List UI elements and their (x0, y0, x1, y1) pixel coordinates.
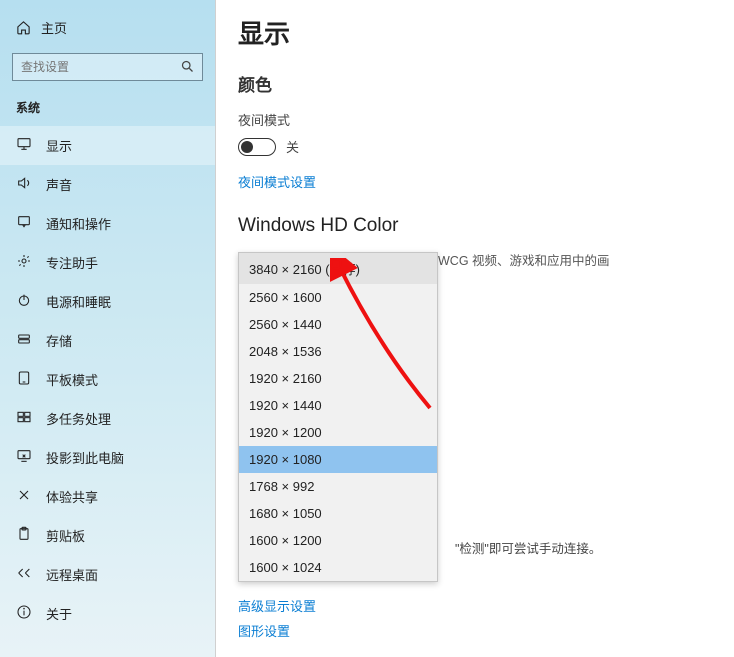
hdcolor-heading: Windows HD Color (238, 215, 718, 237)
resolution-option[interactable]: 1600 × 1024 (239, 554, 437, 581)
sidebar-nav: 显示声音通知和操作专注助手电源和睡眠存储平板模式多任务处理投影到此电脑体验共享剪… (0, 126, 215, 633)
sidebar-item-remote[interactable]: 远程桌面 (0, 555, 215, 594)
sidebar-item-clipboard[interactable]: 剪贴板 (0, 516, 215, 555)
color-heading: 颜色 (238, 71, 718, 96)
monitor-icon (16, 136, 32, 155)
search-icon (180, 59, 195, 74)
resolution-option[interactable]: 2560 × 1440 (239, 311, 437, 338)
sidebar-item-label: 专注助手 (46, 253, 98, 272)
night-mode-label: 夜间模式 (238, 110, 718, 129)
sidebar-item-tablet[interactable]: 平板模式 (0, 360, 215, 399)
sidebar-item-label: 存储 (46, 331, 72, 350)
sidebar-item-share[interactable]: 体验共享 (0, 477, 215, 516)
sidebar-item-multitask[interactable]: 多任务处理 (0, 399, 215, 438)
sidebar-item-project[interactable]: 投影到此电脑 (0, 438, 215, 477)
search-input[interactable] (12, 53, 203, 81)
sidebar-item-label: 通知和操作 (46, 214, 111, 233)
toggle-knob (241, 141, 253, 153)
home-icon (16, 20, 31, 35)
resolution-option[interactable]: 1600 × 900 (239, 581, 437, 582)
about-icon (16, 604, 32, 623)
sidebar-item-storage[interactable]: 存储 (0, 321, 215, 360)
sidebar-item-label: 平板模式 (46, 370, 98, 389)
advanced-display-link[interactable]: 高级显示设置 (238, 596, 316, 615)
resolution-option[interactable]: 2048 × 1536 (239, 338, 437, 365)
night-mode-settings-link[interactable]: 夜间模式设置 (238, 172, 316, 191)
sidebar-item-label: 显示 (46, 136, 72, 155)
resolution-option[interactable]: 1680 × 1050 (239, 500, 437, 527)
resolution-option[interactable]: 1600 × 1200 (239, 527, 437, 554)
resolution-option[interactable]: 1920 × 1080 (239, 446, 437, 473)
sidebar-item-label: 声音 (46, 175, 72, 194)
home-button[interactable]: 主页 (0, 12, 215, 43)
sidebar-item-label: 关于 (46, 604, 72, 623)
sidebar-item-label: 电源和睡眠 (46, 292, 111, 311)
sound-icon (16, 175, 32, 194)
resolution-option[interactable]: 1920 × 1200 (239, 419, 437, 446)
home-label: 主页 (41, 18, 67, 37)
settings-sidebar: 主页 系统 显示声音通知和操作专注助手电源和睡眠存储平板模式多任务处理投影到此电… (0, 0, 216, 657)
sidebar-item-label: 剪贴板 (46, 526, 85, 545)
tablet-icon (16, 370, 32, 389)
resolution-dropdown[interactable]: 3840 × 2160 (推荐)2560 × 16002560 × 144020… (238, 252, 438, 582)
sidebar-item-monitor[interactable]: 显示 (0, 126, 215, 165)
sidebar-item-sound[interactable]: 声音 (0, 165, 215, 204)
resolution-option[interactable]: 1768 × 992 (239, 473, 437, 500)
share-icon (16, 487, 32, 506)
sidebar-item-focus[interactable]: 专注助手 (0, 243, 215, 282)
resolution-option[interactable]: 3840 × 2160 (推荐) (239, 253, 437, 284)
project-icon (16, 448, 32, 467)
detect-hint-text: "检测"即可尝试手动连接。 (455, 538, 601, 557)
search-wrap (12, 53, 203, 81)
graphics-settings-link[interactable]: 图形设置 (238, 621, 316, 640)
resolution-option[interactable]: 1920 × 2160 (239, 365, 437, 392)
sidebar-category: 系统 (0, 95, 215, 126)
sidebar-item-power[interactable]: 电源和睡眠 (0, 282, 215, 321)
night-mode-state: 关 (286, 137, 299, 156)
sidebar-item-notify[interactable]: 通知和操作 (0, 204, 215, 243)
sidebar-item-label: 远程桌面 (46, 565, 98, 584)
resolution-option[interactable]: 1920 × 1440 (239, 392, 437, 419)
clipboard-icon (16, 526, 32, 545)
sidebar-item-label: 体验共享 (46, 487, 98, 506)
night-mode-toggle[interactable] (238, 138, 276, 156)
focus-icon (16, 253, 32, 272)
remote-icon (16, 565, 32, 584)
storage-icon (16, 331, 32, 350)
power-icon (16, 292, 32, 311)
notify-icon (16, 214, 32, 233)
sidebar-item-label: 多任务处理 (46, 409, 111, 428)
resolution-option[interactable]: 2560 × 1600 (239, 284, 437, 311)
sidebar-item-about[interactable]: 关于 (0, 594, 215, 633)
sidebar-item-label: 投影到此电脑 (46, 448, 124, 467)
page-title: 显示 (238, 14, 718, 51)
lower-links: 高级显示设置 图形设置 (238, 590, 316, 646)
multitask-icon (16, 409, 32, 428)
